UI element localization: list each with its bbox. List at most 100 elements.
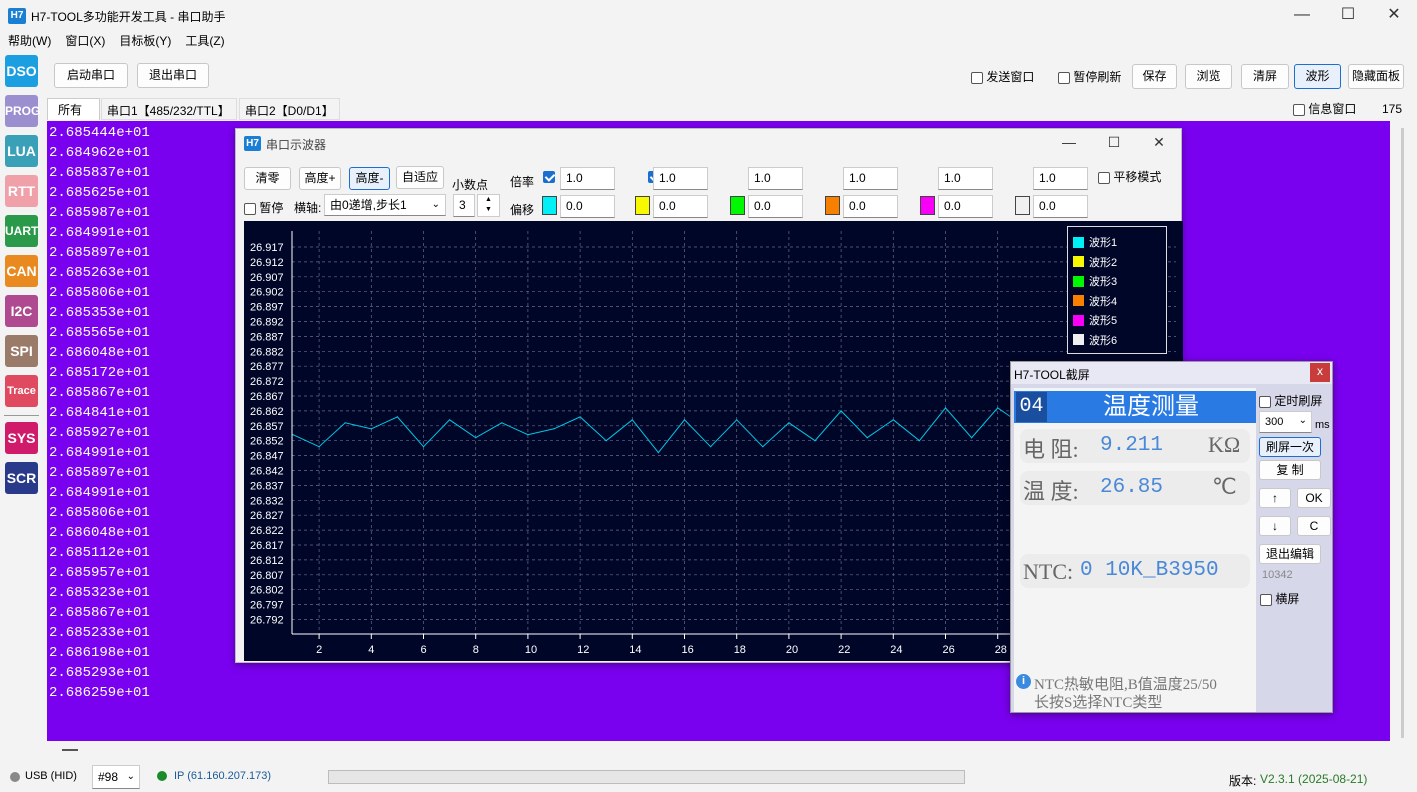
axis-select[interactable]: 由0递增,步长1 ⌄	[324, 194, 446, 216]
sidebar-trace-button[interactable]: Trace	[5, 375, 38, 407]
clear-screen-button[interactable]: 清屏	[1241, 64, 1289, 89]
y-tick-label: 26.907	[250, 272, 284, 284]
menu-help[interactable]: 帮助(W)	[8, 34, 51, 48]
usb-status-icon	[10, 772, 20, 782]
device-select[interactable]: #98 ⌄	[92, 765, 140, 789]
channel-6-offset-input[interactable]: 0.0	[1033, 195, 1088, 218]
sidebar-sys-button[interactable]: SYS	[5, 422, 38, 454]
channel-1-enable-checkbox[interactable]	[543, 170, 555, 183]
capture-close-button[interactable]: x	[1310, 363, 1330, 382]
tip-line-2: 长按S选择NTC类型	[1034, 695, 1163, 711]
sidebar-can-button[interactable]: CAN	[5, 255, 38, 287]
y-tick-label: 26.792	[250, 615, 284, 627]
minimize-button[interactable]: —	[1279, 0, 1325, 32]
y-tick-label: 26.872	[250, 376, 284, 388]
channel-6-scale-input[interactable]: 1.0	[1033, 167, 1088, 190]
c-button[interactable]: C	[1297, 516, 1331, 536]
sidebar-spi-button[interactable]: SPI	[5, 335, 38, 367]
legend-swatch	[1073, 275, 1084, 287]
serial-line: 2.684991e+01	[49, 445, 150, 461]
pause-label: 暂停	[259, 201, 284, 215]
temperature-unit: ℃	[1212, 474, 1237, 499]
exit-edit-button[interactable]: 退出编辑	[1259, 544, 1321, 564]
scope-maximize-button[interactable]: ☐	[1091, 127, 1137, 159]
height-minus-button[interactable]: 高度-	[349, 167, 390, 190]
channel-1-scale-input[interactable]: 1.0	[560, 167, 615, 190]
data-point	[657, 452, 659, 454]
pause-checkbox[interactable]: 暂停	[244, 199, 283, 216]
window-title: H7-TOOL多功能开发工具 - 串口助手	[31, 10, 226, 24]
ok-button[interactable]: OK	[1297, 488, 1331, 508]
axis-label: 横轴:	[294, 201, 322, 215]
channel-5-offset-input[interactable]: 0.0	[938, 195, 993, 218]
channel-3-offset-input[interactable]: 0.0	[748, 195, 803, 218]
exit-serial-button[interactable]: 退出串口	[137, 63, 209, 88]
decimals-spinner[interactable]: ▲ ▼	[477, 194, 500, 217]
copy-button[interactable]: 复 制	[1259, 460, 1321, 480]
channel-2-offset-input[interactable]: 0.0	[653, 195, 708, 218]
horizontal-scrollbar[interactable]	[47, 742, 1390, 758]
x-tick-label: 28	[995, 644, 1007, 656]
start-serial-button[interactable]: 启动串口	[54, 63, 128, 88]
data-point	[736, 419, 738, 421]
channel-4-scale-input[interactable]: 1.0	[843, 167, 898, 190]
tab-uart1[interactable]: 串口1【485/232/TTL】	[101, 98, 237, 120]
capture-titlebar: H7-TOOL截屏 x	[1011, 362, 1332, 384]
up-button[interactable]: ↑	[1259, 488, 1291, 508]
auto-fit-button[interactable]: 自适应	[396, 166, 444, 189]
maximize-button[interactable]: ☐	[1325, 0, 1371, 32]
capture-title: H7-TOOL截屏	[1014, 368, 1090, 382]
interval-select[interactable]: 300 ⌄	[1259, 411, 1312, 433]
progress-bar	[328, 770, 965, 784]
channel-4-offset-input[interactable]: 0.0	[843, 195, 898, 218]
capture-window: H7-TOOL截屏 x 04 温度测量 电 阻: 9.211 KΩ 温 度: 2…	[1010, 361, 1333, 713]
channel-4-color-swatch[interactable]	[825, 196, 840, 215]
decimals-input[interactable]: 3	[453, 194, 475, 217]
channel-3-color-swatch[interactable]	[730, 196, 745, 215]
menu-tools[interactable]: 工具(Z)	[185, 34, 224, 48]
channel-3-scale-input[interactable]: 1.0	[748, 167, 803, 190]
resistance-value: 9.211	[1100, 434, 1164, 457]
down-button[interactable]: ↓	[1259, 516, 1291, 536]
menu-target[interactable]: 目标板(Y)	[119, 34, 171, 48]
info-window-checkbox[interactable]: 信息窗口	[1293, 100, 1356, 117]
sidebar-scr-button[interactable]: SCR	[5, 462, 38, 494]
close-button[interactable]: ✕	[1371, 0, 1417, 32]
sidebar-lua-button[interactable]: LUA	[5, 135, 38, 167]
sidebar-dso-button[interactable]: DSO	[5, 55, 38, 87]
refresh-once-button[interactable]: 刷屏一次	[1259, 437, 1321, 457]
channel-5-scale-input[interactable]: 1.0	[938, 167, 993, 190]
channel-1-color-swatch[interactable]	[542, 196, 557, 215]
channel-1-offset-input[interactable]: 0.0	[560, 195, 615, 218]
landscape-checkbox[interactable]: 横屏	[1260, 590, 1299, 607]
pan-mode-checkbox[interactable]: 平移模式	[1098, 168, 1161, 185]
channel-2-color-swatch[interactable]	[635, 196, 650, 215]
sidebar-rtt-button[interactable]: RTT	[5, 175, 38, 207]
send-window-checkbox[interactable]: 发送窗口	[971, 68, 1034, 85]
tab-all[interactable]: 所有	[47, 98, 100, 120]
scope-close-button[interactable]: ✕	[1136, 127, 1182, 159]
pause-refresh-checkbox[interactable]: 暂停刷新	[1058, 68, 1121, 85]
channel-2-scale-input[interactable]: 1.0	[653, 167, 708, 190]
sidebar-i2c-button[interactable]: I2C	[5, 295, 38, 327]
vertical-scrollbar[interactable]	[1396, 128, 1410, 738]
tab-uart2[interactable]: 串口2【D0/D1】	[239, 98, 340, 120]
save-button[interactable]: 保存	[1132, 64, 1177, 89]
data-point	[918, 440, 921, 442]
channel-6-color-swatch[interactable]	[1015, 196, 1030, 215]
serial-line: 2.685897e+01	[49, 245, 150, 261]
channel-5-color-swatch[interactable]	[920, 196, 935, 215]
wave-button[interactable]: 波形	[1294, 64, 1341, 89]
x-tick-label: 26	[943, 644, 955, 656]
sidebar-uart-button[interactable]: UART	[5, 215, 38, 247]
sidebar-prog-button[interactable]: PROG	[5, 95, 40, 127]
scope-minimize-button[interactable]: —	[1046, 127, 1092, 159]
scope-zero-button[interactable]: 清零	[244, 167, 291, 190]
browse-button[interactable]: 浏览	[1185, 64, 1232, 89]
data-point	[814, 440, 816, 442]
ntc-value: 0 10K_B3950	[1080, 559, 1219, 582]
menu-window[interactable]: 窗口(X)	[65, 34, 105, 48]
timed-refresh-checkbox[interactable]: 定时刷屏	[1259, 392, 1322, 409]
hide-panel-button[interactable]: 隐藏面板	[1348, 64, 1404, 89]
height-plus-button[interactable]: 高度+	[299, 167, 341, 190]
